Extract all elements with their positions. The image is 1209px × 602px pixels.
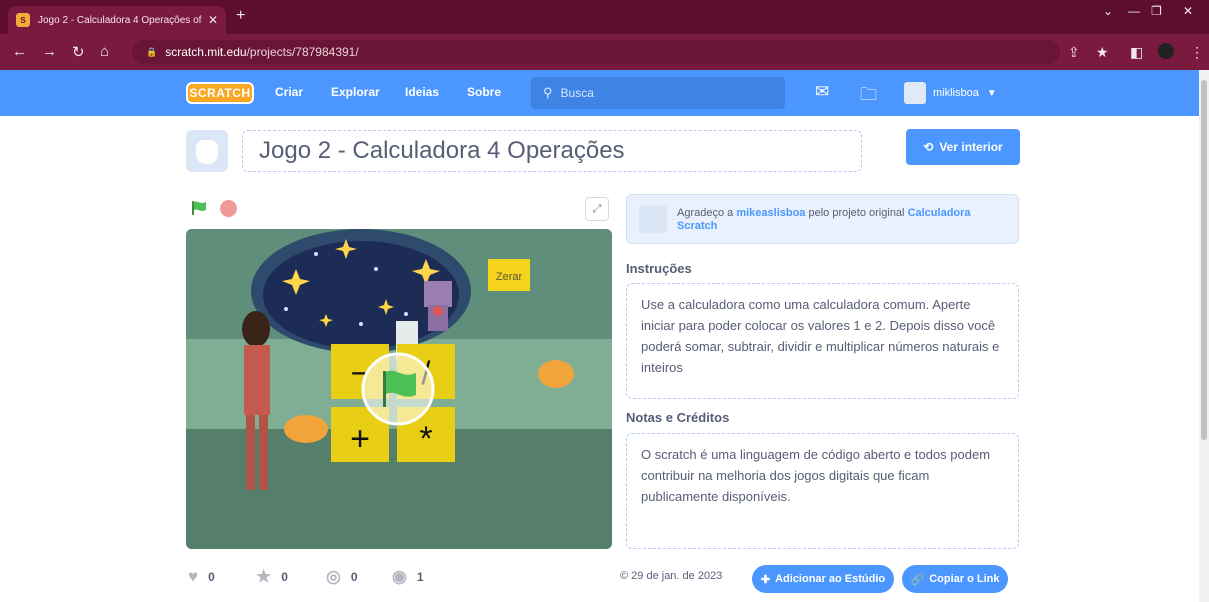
url-host: scratch.mit.edu [165,45,247,59]
search-placeholder: Busca [560,86,594,100]
original-author-avatar[interactable] [639,205,667,233]
browser-tab-bar: S Jogo 2 - Calculadora 4 Operações of ✕ … [0,0,1209,34]
project-stage[interactable]: Zerar − / + * [186,229,612,549]
remix-stat: ◎ 0 [326,567,358,587]
star-icon: ★ [256,567,272,586]
view-count: 1 [416,570,424,584]
remix-credit-box: Agradeço a mikeaslisboa pelo projeto ori… [626,194,1019,244]
page-scrollbar[interactable] [1199,70,1209,602]
favorite-stat[interactable]: ★ 0 [256,567,288,587]
plus-icon: ✚ [760,573,771,586]
remix-arrows-icon: ⟲ [923,140,934,154]
notes-text[interactable]: O scratch é uma linguagem de código aber… [626,433,1019,549]
home-icon[interactable]: ⌂ [100,43,109,60]
scratch-favicon-icon: S [16,13,30,27]
instructions-heading: Instruções [626,261,692,276]
url-path: /projects/787984391/ [246,45,359,59]
scrollbar-thumb[interactable] [1201,80,1207,440]
instructions-text[interactable]: Use a calculadora como uma calculadora c… [626,283,1019,399]
project-owner-avatar[interactable] [186,130,228,172]
views-stat: ◉ 1 [392,567,424,587]
add-to-studio-button[interactable]: ✚ Adicionar ao Estúdio [752,565,894,593]
operator-multiply: * [419,420,432,458]
browser-menu-icon[interactable]: ⋮ [1190,44,1204,61]
remix-spiral-icon: ◎ [326,567,341,586]
tab-search-icon[interactable]: ⌄ [1103,4,1113,18]
project-title-input[interactable]: Jogo 2 - Calculadora 4 Operações [242,130,862,172]
user-avatar [904,82,926,104]
back-icon[interactable]: ← [12,43,27,60]
remix-credit-text: Agradeço a mikeaslisboa pelo projeto ori… [677,207,1011,233]
notes-heading: Notas e Créditos [626,410,730,425]
nav-criar[interactable]: Criar [275,85,303,99]
side-panel-icon[interactable]: ◧ [1130,44,1143,61]
messages-icon[interactable]: ✉ [815,82,829,102]
green-flag-icon[interactable] [191,200,207,216]
search-icon: ⚲ [543,85,553,100]
love-count: 0 [208,570,215,584]
bookmark-star-icon[interactable]: ★ [1096,44,1109,61]
add-to-studio-label: Adicionar ao Estúdio [775,573,886,585]
stop-button[interactable] [220,200,237,217]
forward-icon[interactable]: → [42,43,57,60]
browser-tab[interactable]: S Jogo 2 - Calculadora 4 Operações of ✕ [8,6,226,34]
reload-icon[interactable]: ↻ [72,43,85,61]
browser-toolbar: ← → ↻ ⌂ 🔒 scratch.mit.edu /projects/7879… [0,34,1209,70]
address-bar[interactable]: 🔒 scratch.mit.edu /projects/787984391/ [132,40,1060,64]
operator-plus: + [350,420,370,458]
scratch-navbar: SCRATCH Criar Explorar Ideias Sobre ⚲ Bu… [0,70,1209,116]
search-input[interactable]: ⚲ Busca [531,77,785,109]
restore-icon[interactable]: ❐ [1151,4,1162,18]
new-tab-button[interactable]: + [236,7,245,25]
scratch-logo[interactable]: SCRATCH [186,82,254,104]
lock-icon: 🔒 [146,46,158,57]
eye-icon: ◉ [392,567,407,586]
share-icon[interactable]: ⇪ [1068,44,1080,61]
love-stat[interactable]: ♥ 0 [188,567,215,587]
username: miklisboa [933,87,979,99]
close-tab-icon[interactable]: ✕ [208,13,218,27]
remix-count: 0 [350,570,358,584]
link-icon: 🔗 [910,573,925,586]
profile-avatar-icon[interactable] [1158,43,1174,59]
reset-button-label: Zerar [496,271,523,283]
original-author-link[interactable]: mikeaslisboa [736,207,805,219]
copy-link-label: Copiar o Link [929,573,1000,585]
see-inside-label: Ver interior [939,140,1003,154]
user-menu[interactable]: miklisboa ▼ [904,82,997,104]
stage-scene: Zerar − / + * [186,229,612,549]
minimize-icon[interactable]: — [1128,4,1140,18]
favorite-count: 0 [281,570,288,584]
see-inside-button[interactable]: ⟲ Ver interior [906,129,1020,165]
tab-title: Jogo 2 - Calculadora 4 Operações of [38,14,202,26]
copy-link-button[interactable]: 🔗 Copiar o Link [902,565,1008,593]
remix-prefix: Agradeço a [677,207,734,219]
fullscreen-icon[interactable]: ⤢ [585,197,609,221]
my-stuff-folder-icon[interactable]: 🗀 [860,82,877,111]
nav-sobre[interactable]: Sobre [467,85,501,99]
share-date: © 29 de jan. de 2023 [620,570,723,582]
chevron-down-icon: ▼ [986,87,997,99]
remix-middle: pelo projeto original [808,207,905,219]
nav-ideias[interactable]: Ideias [405,85,439,99]
heart-icon: ♥ [188,567,199,586]
nav-explorar[interactable]: Explorar [331,85,380,99]
close-window-icon[interactable]: ✕ [1183,4,1193,18]
